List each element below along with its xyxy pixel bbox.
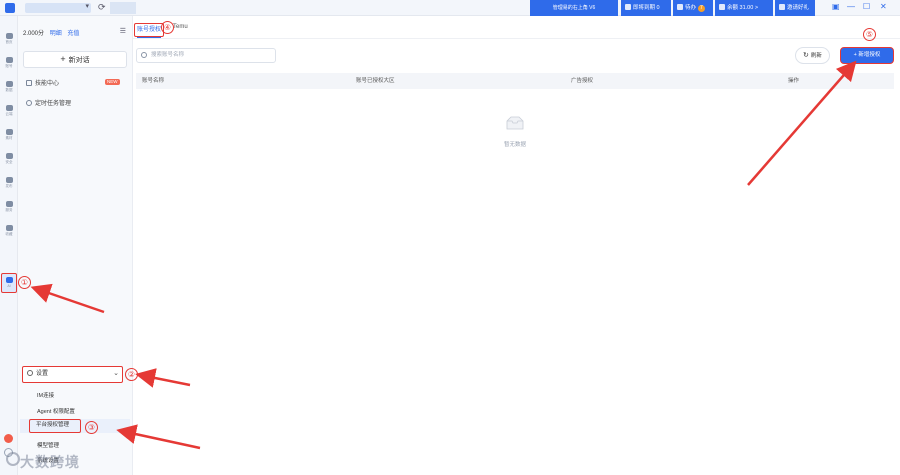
annotation-1: ① — [18, 276, 31, 289]
im-connect-item[interactable]: IM连接 — [37, 391, 54, 399]
col-ad-auth: 广告授权 — [571, 78, 594, 84]
account-select[interactable]: ▾ — [25, 3, 91, 13]
todo-button[interactable]: 待办 7 — [673, 0, 713, 16]
rail-item-assets[interactable]: 素材 — [1, 126, 17, 146]
chevron-down-icon: ⌄ — [113, 370, 119, 377]
annotation-3: ③ — [85, 421, 98, 434]
gift-icon — [779, 4, 785, 10]
rail-item-publish[interactable]: 发布 — [1, 174, 17, 194]
expiring-button[interactable]: 即将到期 0 — [621, 0, 671, 16]
platform-auth-item[interactable]: 平台授权管理 — [29, 419, 81, 433]
window-tab[interactable] — [110, 2, 136, 14]
tab-account-auth[interactable]: 账号授权 — [134, 23, 165, 38]
maximize-icon[interactable]: ☐ — [863, 2, 870, 11]
panel-menu-icon[interactable]: ☰ — [120, 27, 126, 35]
new-badge: NEW — [105, 79, 120, 85]
refresh-icon: ↻ — [803, 52, 809, 59]
todo-badge: 7 — [698, 5, 705, 12]
search-input[interactable]: 搜索账号名称 — [136, 48, 276, 63]
data-icon — [5, 81, 13, 87]
model-manage-item[interactable]: 模型管理 — [37, 441, 59, 449]
plus-icon: + — [60, 54, 66, 64]
minimize-icon[interactable]: — — [847, 2, 855, 11]
tab-temu[interactable]: Temu — [173, 24, 188, 30]
invite-button[interactable]: 邀请好礼 — [775, 0, 815, 16]
refresh-icon[interactable]: ⟳ — [98, 2, 106, 13]
credits-row: 2.000分 明细 充值 — [23, 31, 80, 37]
home-icon — [5, 33, 13, 39]
col-actions: 操作 — [788, 78, 800, 84]
agent-permission-item[interactable]: Agent 权限配置 — [37, 407, 75, 415]
app-logo — [5, 3, 15, 13]
screen-icon[interactable]: ▣ — [832, 2, 840, 11]
top-center-title: 管理易的右上角 V6 — [530, 0, 618, 16]
add-auth-button[interactable]: + 新增授权 — [840, 47, 894, 64]
close-icon[interactable]: ✕ — [880, 2, 887, 11]
star-icon — [5, 225, 13, 231]
rail-item-security[interactable]: 安全 — [1, 150, 17, 170]
user-icon — [5, 201, 13, 207]
todo-icon — [677, 4, 683, 10]
ai-icon — [5, 277, 13, 283]
rail-item-ai[interactable]: AI — [1, 273, 17, 293]
annotation-2: ② — [125, 368, 138, 381]
wallet-icon — [719, 4, 725, 10]
chevron-down-icon: ▾ — [85, 3, 89, 10]
publish-icon — [5, 177, 13, 183]
rail-item-service[interactable]: 服务 — [1, 198, 17, 218]
recharge-link[interactable]: 充值 — [67, 31, 79, 37]
table-header: 账号名称 账号已授权大区 广告授权 操作 — [136, 73, 894, 89]
credits-detail-link[interactable]: 明细 — [50, 31, 62, 37]
grid-icon — [26, 80, 32, 86]
empty-text: 暂无数据 — [503, 142, 526, 148]
clock-icon — [26, 100, 32, 106]
empty-box-icon — [506, 116, 524, 130]
rail-item-cloud[interactable]: 云端 — [1, 102, 17, 122]
bell-icon — [625, 4, 631, 10]
tab-bar: 账号授权 Temu — [133, 16, 900, 39]
watermark: 大数跨境 — [20, 454, 80, 470]
left-panel: 2.000分 明细 充值 ☰ + 新对话 技能中心 NEW 定时任务管理 — [18, 16, 133, 475]
rail-item-accounts[interactable]: 账号 — [1, 54, 17, 74]
rail-item-favorites[interactable]: 收藏 — [1, 222, 17, 242]
balance-button[interactable]: 余额 31.00 > — [715, 0, 773, 16]
account-icon — [5, 57, 13, 63]
notification-icon[interactable] — [4, 434, 13, 443]
col-regions: 账号已授权大区 — [356, 78, 395, 84]
search-icon — [141, 52, 147, 58]
title-bar: ▾ ⟳ 管理易的右上角 V6 即将到期 0 待办 7 余额 31.00 > 邀请好… — [0, 0, 900, 16]
gear-icon — [27, 370, 33, 376]
annotation-5: ⑤ — [863, 28, 876, 41]
assets-icon — [5, 129, 13, 135]
watermark-logo — [6, 452, 20, 466]
annotation-4: ④ — [161, 21, 174, 34]
rail-item-data[interactable]: 数据 — [1, 78, 17, 98]
shield-icon — [5, 153, 13, 159]
icon-rail: 首页 账号 数据 云端 素材 安全 发布 服务 收藏 AI — [0, 16, 18, 475]
skills-center-item[interactable]: 技能中心 — [26, 78, 59, 87]
scheduled-tasks-item[interactable]: 定时任务管理 — [26, 98, 71, 107]
settings-menu[interactable]: 设置 ⌄ — [22, 366, 123, 383]
cloud-icon — [5, 105, 13, 111]
col-account-name: 账号名称 — [142, 78, 165, 84]
main-content: 账号授权 Temu 搜索账号名称 ↻ 刷新 + 新增授权 账号名称 账号已授权大区… — [133, 16, 900, 475]
refresh-button[interactable]: ↻ 刷新 — [795, 47, 830, 64]
rail-item-home[interactable]: 首页 — [1, 30, 17, 50]
new-chat-button[interactable]: + 新对话 — [23, 51, 127, 68]
